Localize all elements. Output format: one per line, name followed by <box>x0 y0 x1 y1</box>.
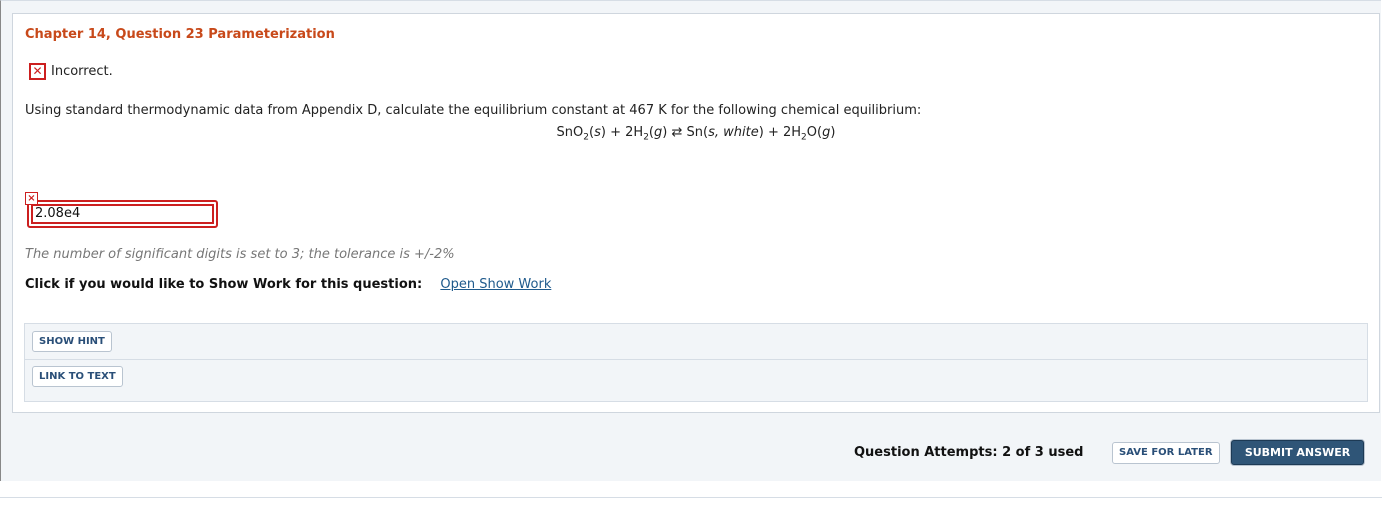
incorrect-icon: ✕ <box>29 63 46 80</box>
reactant-2: 2H2(g) <box>625 125 668 143</box>
link-to-text-button[interactable]: LINK TO TEXT <box>32 366 123 387</box>
product-1: Sn(s, white) <box>686 125 764 140</box>
open-show-work-link[interactable]: Open Show Work <box>440 277 551 292</box>
equilibrium-arrow-icon: ⇄ <box>671 125 683 140</box>
question-panel: Chapter 14, Question 23 Parameterization… <box>0 0 1381 481</box>
save-for-later-button[interactable]: SAVE FOR LATER <box>1112 442 1220 464</box>
tolerance-note: The number of significant digits is set … <box>25 247 455 262</box>
submit-answer-button[interactable]: SUBMIT ANSWER <box>1231 440 1364 465</box>
question-title: Chapter 14, Question 23 Parameterization <box>25 27 335 42</box>
divider <box>0 497 1382 498</box>
answer-incorrect-icon: × <box>25 192 38 205</box>
show-work-row: Click if you would like to Show Work for… <box>25 277 551 292</box>
answer-field-frame: 2.08e4 <box>27 200 218 228</box>
plus-sign: + <box>767 125 779 140</box>
show-hint-button[interactable]: SHOW HINT <box>32 331 112 352</box>
question-prompt: Using standard thermodynamic data from A… <box>25 103 922 118</box>
chemical-equation: SnO2(s) + 2H2(g) ⇄ Sn(s, white) + 2H2O(g… <box>13 125 1379 143</box>
tools-panel: SHOW HINT LINK TO TEXT <box>24 323 1368 402</box>
question-card: Chapter 14, Question 23 Parameterization… <box>12 13 1380 413</box>
product-2: 2H2O(g) <box>783 125 836 143</box>
status-text: Incorrect. <box>51 64 113 79</box>
hint-row: SHOW HINT <box>25 324 1367 360</box>
show-work-label: Click if you would like to Show Work for… <box>25 277 423 292</box>
reactant-1: SnO2(s) <box>556 125 606 143</box>
attempts-counter: Question Attempts: 2 of 3 used <box>854 445 1084 460</box>
answer-input[interactable]: 2.08e4 <box>31 204 214 224</box>
plus-sign: + <box>610 125 621 140</box>
status-row: ✕ Incorrect. <box>29 63 113 80</box>
link-row: LINK TO TEXT <box>25 359 1367 394</box>
